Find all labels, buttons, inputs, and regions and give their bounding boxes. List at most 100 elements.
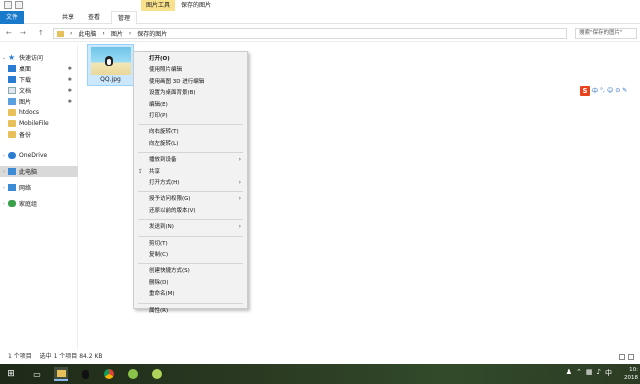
context-menu-item[interactable]: 复制(C) [134, 250, 247, 260]
chevron-right-icon[interactable]: › [0, 185, 8, 191]
app-icon[interactable] [126, 367, 140, 381]
context-menu-item[interactable]: 共享 ⇪ [134, 167, 247, 177]
item-count: 1 个项目 [8, 353, 32, 360]
network-icon[interactable]: ▦ [586, 368, 593, 378]
chevron-right-icon: › [238, 179, 241, 186]
clock[interactable]: 10: 2018 [624, 366, 638, 382]
context-menu-item-label: 设置为桌面背景(B) [149, 90, 196, 97]
volume-icon[interactable]: ♪ [597, 368, 601, 378]
properties-icon[interactable] [4, 1, 12, 9]
new-folder-icon[interactable] [15, 1, 23, 9]
tab-manage[interactable]: 管理 [111, 11, 138, 24]
context-menu-item[interactable]: 还原以前的版本(V) [134, 206, 247, 216]
nav-item-this-pc[interactable]: › 此电脑 [0, 166, 78, 177]
nav-item-label: 下载 [19, 77, 32, 84]
back-icon[interactable]: ← [6, 29, 12, 37]
file-item[interactable]: QQ.jpg [87, 44, 134, 86]
breadcrumb-saved-pictures[interactable]: 保存的图片 [137, 29, 167, 38]
context-menu-item[interactable]: 使用照片编辑 [134, 65, 247, 75]
chevron-right-icon[interactable]: › [0, 201, 8, 207]
tab-share[interactable]: 共享 [56, 11, 80, 24]
context-menu-item[interactable]: 向右旋转(T) [134, 127, 247, 137]
ime-icon[interactable]: 中 [605, 368, 612, 378]
network-icon [8, 184, 16, 191]
tab-view[interactable]: 查看 [82, 11, 106, 24]
tray-app-icon[interactable]: ♟ [566, 368, 572, 378]
breadcrumb-separator: › [70, 30, 73, 37]
nav-item-mobilefile[interactable]: MobileFile [0, 118, 78, 129]
menu-separator [138, 219, 243, 221]
chevron-down-icon[interactable]: ⌄ [0, 55, 8, 61]
forward-icon[interactable]: → [20, 29, 26, 37]
picture-tools-context-tab[interactable]: 图片工具 [141, 0, 175, 11]
nav-item-network[interactable]: › 网络 [0, 182, 78, 193]
context-menu-item-label: 重命名(M) [149, 291, 175, 298]
pin-icon: ✱ [67, 76, 72, 83]
up-icon[interactable]: ↑ [38, 29, 44, 37]
address-box[interactable]: › 此电脑 › 图片 › 保存的图片 [53, 28, 567, 39]
windows-icon[interactable]: ⊞ [4, 367, 18, 381]
context-menu-item[interactable]: 授予访问权限(G) › [134, 194, 247, 204]
nav-item-label: 桌面 [19, 66, 32, 73]
chevron-up-icon[interactable]: ⌃ [576, 368, 582, 378]
ime-emoji-icon[interactable]: ☺ [607, 87, 613, 94]
context-menu-item[interactable]: 打开(O) [134, 54, 247, 64]
context-menu-item[interactable]: 发送到(N) › [134, 222, 247, 232]
task-view-icon[interactable]: ▭ [30, 367, 44, 381]
context-menu-item[interactable]: 设置为桌面背景(B) [134, 88, 247, 98]
context-menu-item-label: 播放到设备 [149, 157, 177, 164]
nav-item-quick-access[interactable]: ⌄ ★ 快速访问 [0, 52, 78, 63]
nav-item-label: 快速访问 [19, 55, 44, 62]
context-menu-item[interactable]: 删除(D) [134, 278, 247, 288]
nav-item-label: MobileFile [19, 120, 49, 127]
menu-separator [138, 191, 243, 193]
ime-mode[interactable]: 中 [592, 86, 598, 95]
chrome-icon[interactable] [102, 367, 116, 381]
tab-file[interactable]: 文件 [0, 11, 24, 24]
nav-item-backup[interactable]: 备份 [0, 129, 78, 140]
quick-access-toolbar [4, 1, 23, 9]
search-input[interactable]: 搜索"保存的图片" [575, 28, 637, 39]
context-menu-item[interactable]: 剪切(T) [134, 239, 247, 249]
nav-item-onedrive[interactable]: › OneDrive [0, 150, 78, 161]
context-menu-item[interactable]: 播放到设备 › [134, 155, 247, 165]
nav-item-htdocs[interactable]: htdocs [0, 107, 78, 118]
breadcrumb-pictures[interactable]: 图片 [111, 29, 123, 38]
app-icon[interactable] [150, 367, 164, 381]
nav-item-pictures[interactable]: 图片 ✱ [0, 96, 78, 107]
qq-icon[interactable] [78, 367, 92, 381]
context-menu-item[interactable]: 向左旋转(L) [134, 139, 247, 149]
file-explorer-icon[interactable] [54, 367, 68, 381]
breadcrumb-this-pc[interactable]: 此电脑 [78, 29, 96, 38]
homegroup-icon [8, 200, 16, 207]
context-menu-item[interactable]: 打开方式(H) › [134, 178, 247, 188]
folder-icon [8, 109, 16, 116]
pictures-icon [8, 98, 16, 105]
document-icon [8, 87, 16, 94]
context-menu-item-label: 删除(D) [149, 279, 169, 286]
context-menu-item[interactable]: 创建快捷方式(S) [134, 266, 247, 276]
ime-voice-icon[interactable]: ⊙ [615, 87, 620, 94]
ime-handwriting-icon[interactable]: ✎ [622, 87, 627, 94]
context-menu-item[interactable]: 打印(P) [134, 111, 247, 121]
download-icon [8, 76, 16, 83]
nav-item-documents[interactable]: 文档 ✱ [0, 85, 78, 96]
context-menu-item[interactable]: 使用画图 3D 进行编辑 [134, 77, 247, 87]
context-menu-item[interactable]: 重命名(M) [134, 289, 247, 299]
large-icons-view-icon[interactable] [628, 354, 634, 360]
context-menu-item[interactable]: 编辑(E) [134, 100, 247, 110]
context-menu-item[interactable]: 属性(R) [134, 306, 247, 316]
nav-item-desktop[interactable]: 桌面 ✱ [0, 63, 78, 74]
details-view-icon[interactable] [619, 354, 625, 360]
desktop-icon [8, 65, 16, 72]
chevron-right-icon[interactable]: › [0, 153, 8, 159]
folder-icon [57, 30, 64, 37]
ime-punctuation-icon[interactable]: °, [600, 87, 605, 94]
nav-item-downloads[interactable]: 下载 ✱ [0, 74, 78, 85]
clock-date: 2018 [624, 375, 638, 381]
sogou-logo-icon[interactable]: S [580, 85, 590, 96]
nav-item-homegroup[interactable]: › 家庭组 [0, 198, 78, 209]
breadcrumb-separator: › [128, 30, 132, 37]
context-menu-item-label: 复制(C) [149, 252, 169, 258]
chevron-right-icon[interactable]: › [0, 169, 8, 175]
